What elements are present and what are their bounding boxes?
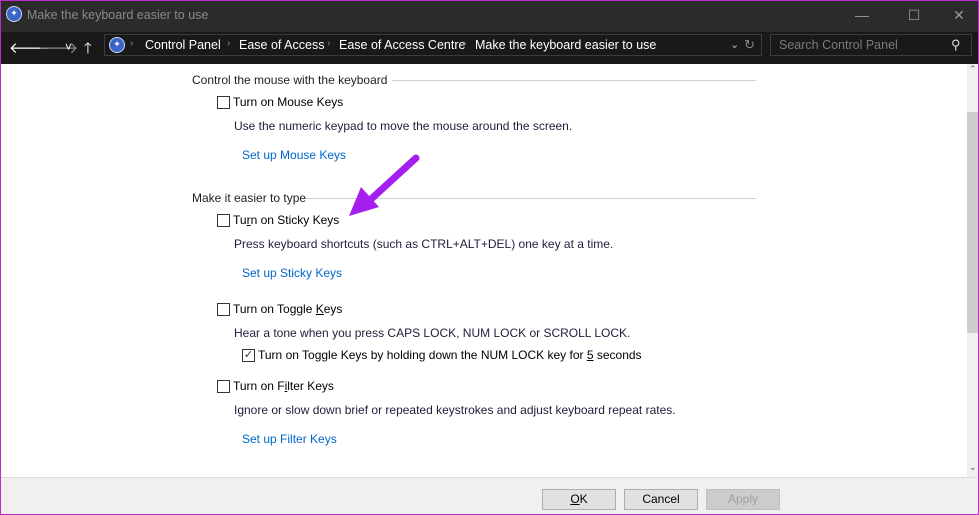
- sticky-keys-label[interactable]: Turn on Sticky Keys: [233, 213, 339, 227]
- filter-keys-description: Ignore or slow down brief or repeated ke…: [234, 403, 676, 417]
- filter-keys-label[interactable]: Turn on Filter Keys: [233, 379, 334, 393]
- toggle-keys-checkbox[interactable]: [217, 303, 230, 316]
- up-arrow-icon[interactable]: 🡑: [84, 38, 92, 63]
- search-input[interactable]: Search Control Panel: [770, 34, 972, 56]
- annotation-arrow: [349, 154, 420, 216]
- mouse-keys-description: Use the numeric keypad to move the mouse…: [234, 119, 573, 133]
- toggle-keys-label[interactable]: Turn on Toggle Keys: [233, 302, 342, 316]
- section-header-type: Make it easier to type: [192, 191, 307, 205]
- mouse-keys-checkbox[interactable]: [217, 96, 230, 109]
- recent-locations-chevron-icon[interactable]: ˅: [65, 40, 72, 54]
- content-area: Control the mouse with the keyboard Turn…: [1, 64, 967, 477]
- toggle-keys-numlock-checkbox[interactable]: ✓: [242, 349, 255, 362]
- sticky-keys-checkbox[interactable]: [217, 214, 230, 227]
- search-icon[interactable]: ⚲: [951, 37, 961, 53]
- toggle-keys-description: Hear a tone when you press CAPS LOCK, NU…: [234, 326, 631, 340]
- title-bar: ✦ Make the keyboard easier to use — ☐ ✕: [1, 1, 978, 32]
- scroll-down-icon[interactable]: ⌄: [969, 462, 977, 473]
- maximize-button[interactable]: ☐: [891, 1, 937, 32]
- minimize-button[interactable]: —: [839, 1, 885, 32]
- set-up-filter-keys-link[interactable]: Set up Filter Keys: [242, 432, 337, 446]
- vertical-scrollbar[interactable]: ⌃ ⌄: [967, 64, 978, 477]
- refresh-icon[interactable]: ↻: [744, 37, 755, 53]
- sticky-keys-description: Press keyboard shortcuts (such as CTRL+A…: [234, 237, 614, 251]
- filter-keys-checkbox[interactable]: [217, 380, 230, 393]
- dialog-footer: OK Cancel Apply: [1, 477, 978, 514]
- apply-button[interactable]: Apply: [706, 489, 780, 510]
- breadcrumb-ease-of-access-centre[interactable]: Ease of Access Centre: [339, 38, 465, 52]
- forward-arrow-icon[interactable]: 🡒: [38, 38, 78, 57]
- scroll-up-icon[interactable]: ⌃: [969, 64, 977, 75]
- address-dropdown-icon[interactable]: ⌄: [730, 38, 739, 51]
- mouse-keys-label[interactable]: Turn on Mouse Keys: [233, 95, 343, 109]
- breadcrumb-ease-of-access[interactable]: Ease of Access: [239, 38, 324, 52]
- close-button[interactable]: ✕: [936, 1, 978, 32]
- cancel-button[interactable]: Cancel: [624, 489, 698, 510]
- scrollbar-thumb[interactable]: [967, 112, 978, 333]
- window: ✦ Make the keyboard easier to use — ☐ ✕ …: [0, 0, 979, 515]
- ease-of-access-icon: ✦: [109, 37, 125, 53]
- set-up-sticky-keys-link[interactable]: Set up Sticky Keys: [242, 266, 342, 280]
- section-header-mouse: Control the mouse with the keyboard: [192, 73, 388, 87]
- breadcrumb-current[interactable]: Make the keyboard easier to use: [475, 38, 656, 52]
- ease-of-access-icon: ✦: [6, 6, 22, 22]
- window-title: Make the keyboard easier to use: [27, 8, 209, 22]
- ok-button[interactable]: OK: [542, 489, 616, 510]
- breadcrumb-control-panel[interactable]: Control Panel: [145, 38, 221, 52]
- address-bar[interactable]: ✦ › Control Panel › Ease of Access › Eas…: [104, 34, 762, 56]
- toggle-keys-numlock-label[interactable]: Turn on Toggle Keys by holding down the …: [258, 348, 642, 362]
